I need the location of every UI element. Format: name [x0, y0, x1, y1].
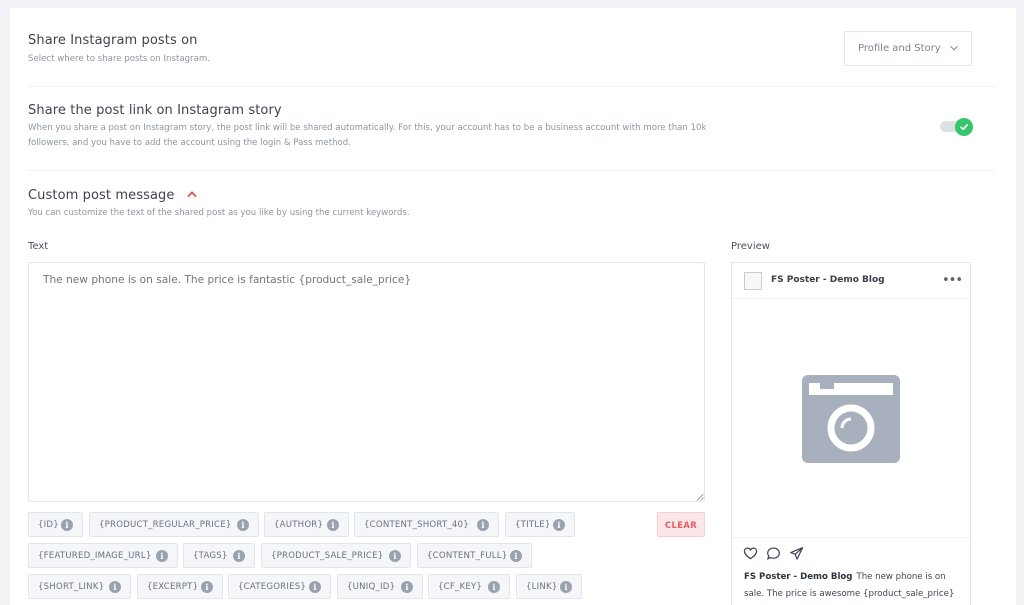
info-icon[interactable]: i [389, 550, 401, 562]
keyword-chip[interactable]: {CONTENT_FULL} i [417, 543, 532, 568]
keyword-label: {CONTENT_SHORT_40} [364, 519, 469, 530]
resize-handle-icon[interactable] [696, 493, 704, 501]
camera-icon [802, 375, 900, 463]
keyword-chip[interactable]: {TITLE} i [505, 512, 575, 537]
instagram-preview: FS Poster - Demo Blog ••• FS Poster - De… [731, 262, 971, 605]
toggle-knob [955, 118, 973, 136]
preview-caption: FS Poster - Demo Blog The new phone is on… [744, 569, 962, 603]
keyword-label: {ID} [38, 519, 59, 530]
info-icon[interactable]: i [560, 581, 572, 593]
story-link-title: Share the post link on Instagram story [28, 103, 282, 118]
custom-message-title: Custom post message [28, 188, 175, 203]
keyword-chip[interactable]: {CF_KEY} i [428, 574, 510, 599]
info-icon[interactable]: i [233, 550, 245, 562]
chevron-down-icon [950, 45, 958, 51]
keyword-label: {CATEGORIES} [238, 581, 307, 592]
custom-message-header[interactable]: Custom post message [28, 188, 995, 203]
send-icon[interactable] [789, 546, 804, 561]
keyword-label: {PRODUCT_REGULAR_PRICE} [99, 519, 232, 530]
info-icon[interactable]: i [201, 581, 213, 593]
keyword-label: {UNIQ_ID} [347, 581, 396, 592]
keyword-label: {PRODUCT_SALE_PRICE} [271, 550, 384, 561]
keyword-label: {TAGS} [193, 550, 228, 561]
keyword-chip[interactable]: {SHORT_LINK} i [28, 574, 131, 599]
preview-actions [743, 546, 804, 562]
chevron-up-icon[interactable] [187, 190, 197, 198]
keyword-label: {TITLE} [515, 519, 551, 530]
info-icon[interactable]: i [109, 581, 121, 593]
caption-account-name: FS Poster - Demo Blog [744, 572, 853, 582]
clear-button[interactable]: CLEAR [657, 512, 705, 537]
story-link-toggle[interactable] [940, 118, 973, 136]
info-icon[interactable]: i [61, 519, 73, 531]
keyword-chip[interactable]: {TAGS} i [183, 543, 255, 568]
share-on-select[interactable]: Profile and Story [844, 31, 972, 66]
custom-message-description: You can customize the text of the shared… [28, 208, 410, 218]
info-icon[interactable]: i [401, 581, 413, 593]
check-icon [960, 124, 968, 131]
keyword-chip[interactable]: {FEATURED_IMAGE_URL} i [28, 543, 178, 568]
info-icon[interactable]: i [327, 519, 339, 531]
custom-message-section: Custom post message You can customize th… [28, 188, 995, 221]
keyword-chip[interactable]: {CONTENT_SHORT_40} i [354, 512, 499, 537]
keyword-chip[interactable]: {ID} i [28, 512, 83, 537]
more-options-icon[interactable]: ••• [942, 273, 963, 288]
info-icon[interactable]: i [553, 519, 565, 531]
info-icon[interactable]: i [488, 581, 500, 593]
preview-image [732, 300, 970, 538]
keyword-chip[interactable]: {UNIQ_ID} i [337, 574, 423, 599]
preview-label: Preview [731, 241, 770, 252]
info-icon[interactable]: i [237, 519, 249, 531]
settings-card: Share Instagram posts on Select where to… [10, 8, 1016, 605]
text-label: Text [28, 241, 49, 252]
heart-icon[interactable] [743, 546, 758, 561]
keyword-chip[interactable]: {PRODUCT_SALE_PRICE} i [261, 543, 411, 568]
divider [28, 86, 995, 87]
story-link-section: Share the post link on Instagram story W… [28, 103, 718, 151]
keyword-label: {AUTHOR} [274, 519, 324, 530]
keyword-label: {CF_KEY} [438, 581, 483, 592]
info-icon[interactable]: i [477, 519, 489, 531]
comment-icon[interactable] [766, 546, 781, 561]
divider [28, 170, 995, 171]
info-icon[interactable]: i [156, 550, 168, 562]
info-icon[interactable]: i [309, 581, 321, 593]
keyword-chip[interactable]: {AUTHOR} i [264, 512, 349, 537]
story-link-description: When you share a post on Instagram story… [28, 123, 707, 148]
keyword-label: {FEATURED_IMAGE_URL} [38, 550, 152, 561]
avatar [744, 272, 762, 290]
keyword-chip[interactable]: {EXCERPT} i [137, 574, 223, 599]
keyword-label: {SHORT_LINK} [38, 581, 105, 592]
info-icon[interactable]: i [510, 550, 522, 562]
keyword-chip[interactable]: {PRODUCT_REGULAR_PRICE} i [89, 512, 259, 537]
preview-account-name: FS Poster - Demo Blog [771, 275, 885, 285]
preview-header: FS Poster - Demo Blog ••• [732, 263, 970, 299]
share-on-selected-value: Profile and Story [858, 43, 941, 54]
keyword-label: {LINK} [526, 581, 558, 592]
keyword-chip[interactable]: {LINK} i [516, 574, 582, 599]
keyword-label: {EXCERPT} [147, 581, 199, 592]
keyword-chip[interactable]: {CATEGORIES} i [228, 574, 331, 599]
keyword-label: {CONTENT_FULL} [427, 550, 508, 561]
custom-message-textarea[interactable]: The new phone is on sale. The price is f… [28, 262, 705, 502]
